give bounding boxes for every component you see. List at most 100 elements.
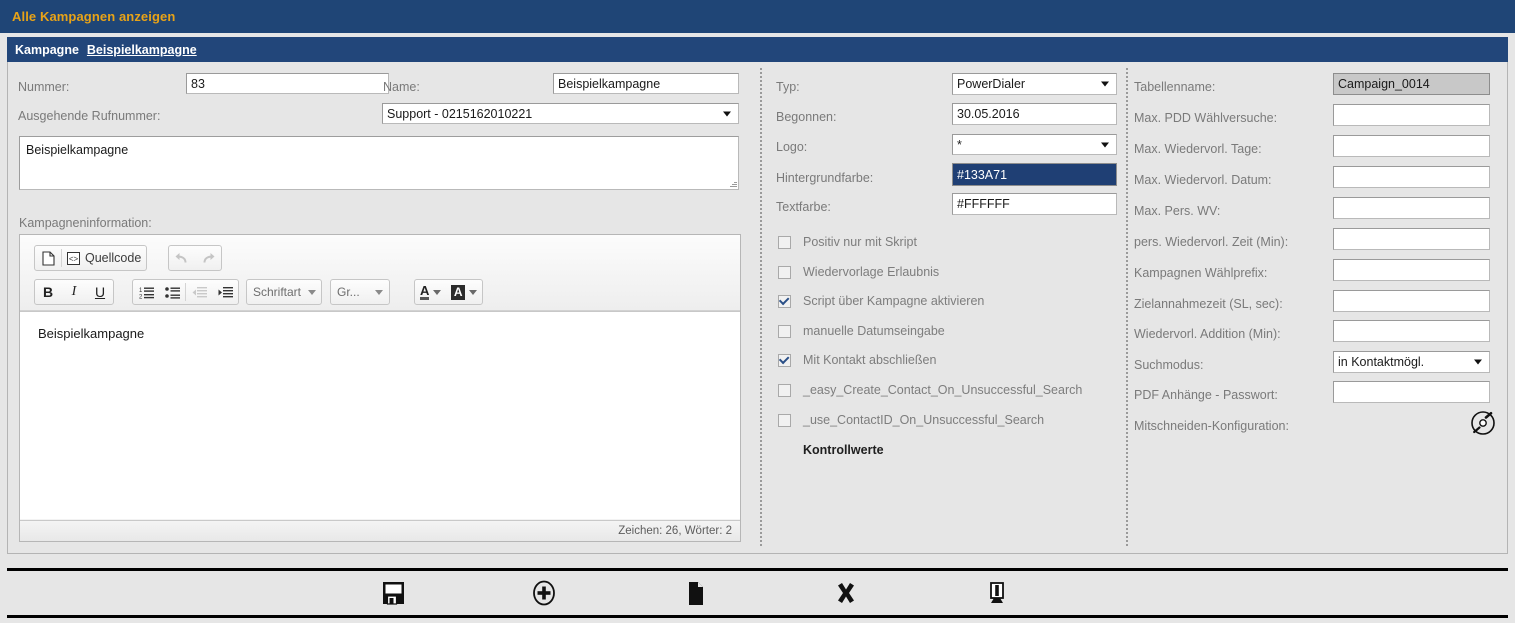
add-circle-icon — [533, 580, 555, 606]
chevron-down-icon — [375, 289, 383, 295]
outdent-icon[interactable] — [186, 280, 212, 304]
pdf-anhaenge-passwort-input[interactable] — [1333, 381, 1490, 403]
name-input[interactable] — [553, 73, 739, 94]
checkbox-easy-create-contact-on-unsuccessful-search[interactable] — [778, 383, 791, 397]
font-size-combo[interactable]: Gr... — [330, 279, 390, 305]
divider-bottom-rule — [7, 615, 1508, 618]
description-textarea[interactable] — [19, 136, 739, 190]
font-family-combo[interactable]: Schriftart — [246, 279, 322, 305]
bottom-toolbar — [7, 571, 1508, 615]
suchmodus-select[interactable]: in Kontaktmögl. — [1333, 351, 1490, 373]
background-color-button[interactable]: A — [446, 280, 482, 304]
max-wiedervorl-tage-input[interactable] — [1333, 135, 1490, 157]
ausgehende-rufnummer-select[interactable]: Support - 0215162010221 — [382, 103, 739, 124]
checkbox-label: Mit Kontakt abschließen — [803, 353, 937, 367]
delete-button[interactable] — [824, 573, 868, 613]
pdf-anhaenge-passwort-label: PDF Anhänge - Passwort: — [1134, 388, 1278, 402]
checkbox-label: manuelle Datumseingabe — [803, 324, 945, 338]
checkbox-label: Script über Kampagne aktivieren — [803, 294, 985, 308]
ordered-list-icon[interactable]: 1 2 — [133, 280, 159, 304]
text-color-button[interactable]: A — [415, 280, 446, 304]
max-wiedervorl-datum-label: Max. Wiedervorl. Datum: — [1134, 173, 1272, 187]
editor-content-area[interactable]: Beispielkampagne — [20, 311, 740, 519]
editor-toolbar: <> Quellcode B I U 1 2 Schriftart Gr... … — [20, 235, 740, 311]
chevron-down-icon — [1101, 81, 1109, 87]
campaign-editor-window: Alle Kampagnen anzeigen Kampagne Beispie… — [0, 0, 1515, 623]
suchmodus-label: Suchmodus: — [1134, 358, 1204, 372]
tabellenname-label: Tabellenname: — [1134, 80, 1216, 94]
chevron-down-icon — [433, 289, 442, 295]
logo-value: * — [957, 137, 962, 152]
font-family-label: Schriftart — [253, 285, 302, 299]
checkbox-manuelle-datumseingabe[interactable] — [778, 324, 791, 338]
checkbox-row-use-contactid[interactable]: _use_ContactID_On_Unsuccessful_Search — [778, 412, 1044, 428]
document-icon — [689, 582, 703, 605]
typ-value: PowerDialer — [957, 77, 1026, 91]
checkbox-row-wiedervorlage-erlaubnis[interactable]: Wiedervorlage Erlaubnis — [778, 264, 939, 280]
column-divider-left — [760, 68, 762, 546]
main-panel: Nummer: Name: Ausgehende Rufnummer: Supp… — [7, 62, 1508, 554]
recording-config-disc-icon[interactable] — [1470, 410, 1496, 436]
new-page-icon[interactable] — [35, 246, 61, 270]
italic-button[interactable]: I — [61, 280, 87, 304]
editor-group-document: <> Quellcode — [34, 245, 148, 271]
kampagnen-waehlprefix-input[interactable] — [1333, 259, 1490, 281]
campaign-name-link[interactable]: Beispielkampagne — [87, 43, 197, 57]
checkbox-row-positiv-nur-mit-skript[interactable]: Positiv nur mit Skript — [778, 234, 917, 250]
unordered-list-icon[interactable] — [159, 280, 185, 304]
typ-select[interactable]: PowerDialer — [952, 73, 1117, 95]
chevron-down-icon — [723, 111, 731, 116]
logo-select[interactable]: * — [952, 134, 1117, 155]
redo-icon[interactable] — [195, 246, 221, 270]
checkbox-use-contactid-on-unsuccessful-search[interactable] — [778, 413, 791, 427]
checkbox-label: _easy_Create_Contact_On_Unsuccessful_Sea… — [803, 383, 1083, 397]
typ-label: Typ: — [776, 80, 800, 94]
textfarbe-input[interactable] — [952, 193, 1117, 215]
max-pdd-waehlversuche-input[interactable] — [1333, 104, 1490, 126]
checkbox-positiv-nur-mit-skript[interactable] — [778, 235, 791, 249]
top-banner: Alle Kampagnen anzeigen — [0, 0, 1515, 33]
undo-icon[interactable] — [169, 246, 195, 270]
wiedervorl-addition-label: Wiedervorl. Addition (Min): — [1134, 327, 1281, 341]
indent-icon[interactable] — [212, 280, 238, 304]
pers-wiedervorl-zeit-label: pers. Wiedervorl. Zeit (Min): — [1134, 235, 1289, 249]
zielannahmezeit-input[interactable] — [1333, 290, 1490, 312]
hintergrundfarbe-input[interactable] — [952, 163, 1117, 186]
mitschneiden-konfiguration-label: Mitschneiden-Konfiguration: — [1134, 419, 1289, 433]
monitor-button[interactable] — [975, 573, 1019, 613]
hintergrundfarbe-label: Hintergrundfarbe: — [776, 171, 874, 185]
bold-button[interactable]: B — [35, 280, 61, 304]
tabellenname-input — [1333, 73, 1490, 95]
underline-button[interactable]: U — [87, 280, 113, 304]
source-code-button[interactable]: <> Quellcode — [62, 246, 146, 270]
checkbox-script-ueber-kampagne-aktivieren[interactable] — [778, 294, 791, 308]
ausgehende-rufnummer-label: Ausgehende Rufnummer: — [18, 109, 161, 123]
pers-wiedervorl-zeit-input[interactable] — [1333, 228, 1490, 250]
editor-content-text: Beispielkampagne — [38, 326, 145, 341]
max-wiedervorl-datum-input[interactable] — [1333, 166, 1490, 188]
checkbox-mit-kontakt-abschliessen[interactable] — [778, 353, 791, 367]
max-pers-wv-input[interactable] — [1333, 197, 1490, 219]
nummer-input[interactable] — [186, 73, 389, 94]
max-pdd-waehlversuche-label: Max. PDD Wählversuche: — [1134, 111, 1278, 125]
checkbox-row-script-ueber-kampagne-aktivieren[interactable]: Script über Kampagne aktivieren — [778, 293, 984, 309]
suchmodus-value: in Kontaktmögl. — [1338, 355, 1425, 369]
rich-text-editor: <> Quellcode B I U 1 2 Schriftart Gr... … — [19, 234, 741, 542]
checkbox-wiedervorlage-erlaubnis[interactable] — [778, 265, 791, 279]
add-button[interactable] — [522, 573, 566, 613]
wiedervorl-addition-input[interactable] — [1333, 320, 1490, 342]
chevron-down-icon — [1474, 359, 1482, 365]
chevron-down-icon — [469, 289, 478, 295]
monitor-icon — [990, 582, 1004, 603]
new-document-button[interactable] — [673, 573, 717, 613]
editor-group-format: B I U — [34, 279, 114, 305]
checkbox-row-manuelle-datumseingabe[interactable]: manuelle Datumseingabe — [778, 323, 945, 339]
kampagneninformation-label: Kampagneninformation: — [19, 216, 152, 230]
save-button[interactable] — [372, 573, 416, 613]
begonnen-label: Begonnen: — [776, 110, 837, 124]
checkbox-row-mit-kontakt-abschliessen[interactable]: Mit Kontakt abschließen — [778, 352, 936, 368]
begonnen-input[interactable] — [952, 103, 1117, 125]
editor-word-count: Zeichen: 26, Wörter: 2 — [618, 525, 732, 537]
checkbox-label: Positiv nur mit Skript — [803, 235, 917, 249]
checkbox-row-easy-create-contact[interactable]: _easy_Create_Contact_On_Unsuccessful_Sea… — [778, 382, 1082, 398]
